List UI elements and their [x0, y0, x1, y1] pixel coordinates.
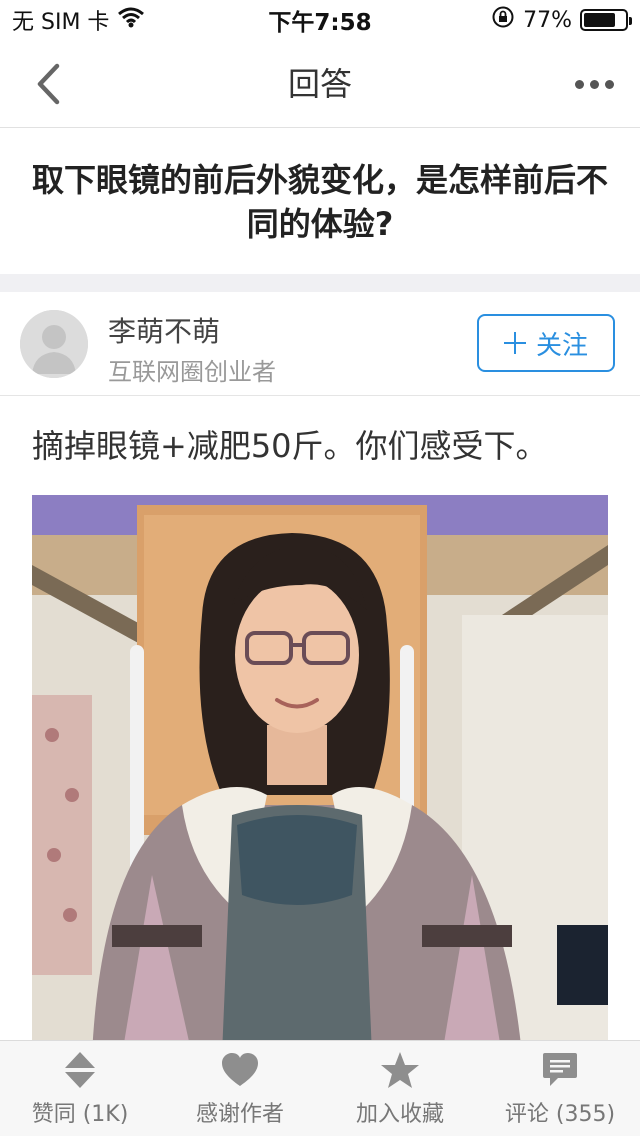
avatar[interactable]	[20, 310, 88, 378]
question-block[interactable]: 取下眼镜的前后外貌变化，是怎样前后不同的体验?	[0, 129, 640, 274]
more-dots-icon	[574, 79, 584, 89]
vote-button[interactable]: 赞同 (1K)	[0, 1041, 160, 1136]
comment-button[interactable]: 评论 (355)	[480, 1041, 640, 1136]
answer-text: 摘掉眼镜+减肥50斤。你们感受下。	[32, 427, 548, 465]
follow-button[interactable]: 关注	[477, 314, 615, 372]
answer-photo[interactable]	[32, 495, 608, 1055]
orientation-lock-icon	[491, 5, 515, 35]
bottom-toolbar: 赞同 (1K) 感谢作者 加入收藏 评论 (355)	[0, 1040, 640, 1136]
nav-bar: 回答	[0, 40, 640, 128]
heart-icon	[221, 1050, 259, 1090]
more-dots-icon	[604, 79, 614, 89]
photo-illustration	[32, 495, 608, 1055]
favorite-button[interactable]: 加入收藏	[320, 1041, 480, 1136]
battery-level-fill	[584, 13, 615, 27]
author-bio: 互联网圈创业者	[108, 358, 276, 386]
thank-author-label: 感谢作者	[195, 1101, 284, 1127]
status-left: 无 SIM 卡	[12, 4, 145, 36]
section-divider	[0, 274, 640, 292]
battery-icon	[580, 9, 632, 31]
star-icon	[380, 1050, 420, 1090]
carrier-label: 无 SIM 卡	[12, 10, 110, 35]
more-dots-icon	[589, 79, 599, 89]
vote-label: 赞同 (1K)	[31, 1101, 129, 1127]
status-bar: 无 SIM 卡 下午7:58 77%	[0, 0, 640, 40]
author-row: 李萌不萌 互联网圈创业者 关注	[0, 292, 640, 396]
status-right: 77%	[491, 5, 632, 35]
question-title: 取下眼镜的前后外貌变化，是怎样前后不同的体验?	[31, 160, 608, 243]
answer-page: 无 SIM 卡 下午7:58 77% 回答 取下眼镜的前后外貌变化，是怎样前后不…	[0, 0, 640, 1136]
follow-label: 关注	[535, 330, 588, 361]
favorite-label: 加入收藏	[355, 1101, 444, 1127]
vote-arrows-icon	[64, 1050, 96, 1090]
nav-title: 回答	[287, 65, 352, 103]
author-name[interactable]: 李萌不萌	[108, 310, 220, 350]
wifi-icon	[117, 6, 145, 34]
plus-icon	[503, 332, 526, 354]
more-button[interactable]	[570, 68, 618, 100]
comment-label: 评论 (355)	[504, 1101, 616, 1127]
thank-author-button[interactable]: 感谢作者	[160, 1041, 320, 1136]
default-avatar-icon	[20, 310, 88, 378]
comment-icon	[542, 1050, 578, 1090]
battery-percent: 77%	[523, 7, 572, 33]
